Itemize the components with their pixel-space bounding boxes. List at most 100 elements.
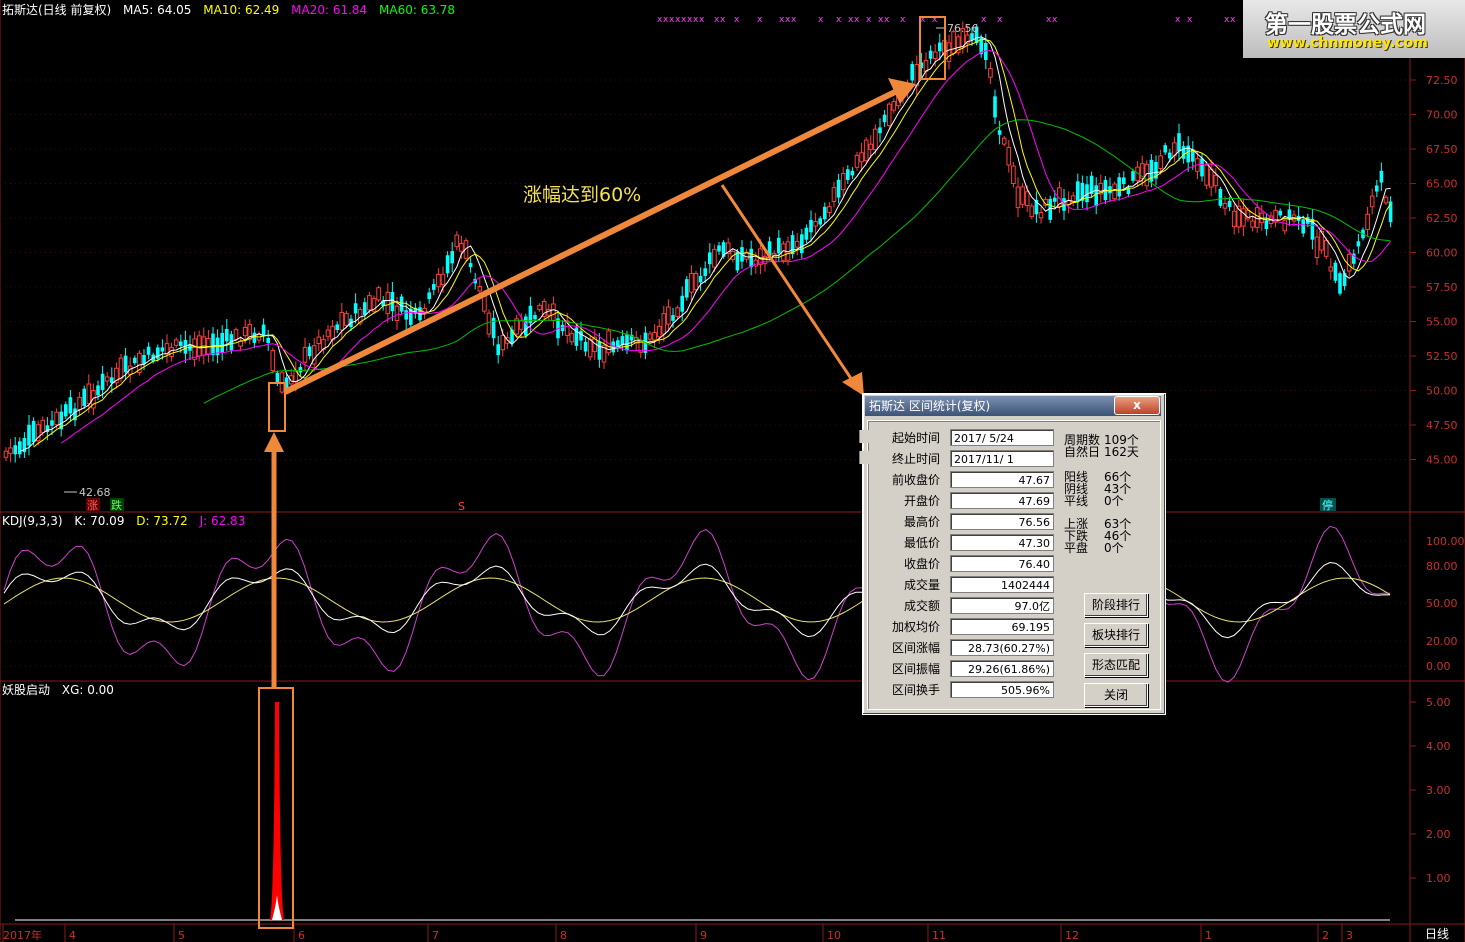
yao-tick: 1.00: [1426, 872, 1451, 885]
ma5-value: MA5: 64.05: [123, 3, 192, 17]
time-tick: 10: [827, 929, 841, 942]
stat-value: 0个: [1104, 494, 1124, 508]
field-value[interactable]: 97.0亿: [950, 597, 1054, 614]
price-tick: 50.00: [1426, 385, 1458, 398]
stat-value: 0个: [1104, 541, 1124, 555]
time-tick: 1: [1205, 929, 1212, 942]
time-tick: 2: [1322, 929, 1329, 942]
field-value[interactable]: 76.56: [950, 513, 1054, 530]
signal-x: x: [1052, 15, 1058, 25]
moving-averages: [19, 36, 1392, 452]
yao-tick: 2.00: [1426, 828, 1451, 841]
signal-x: x: [884, 15, 890, 25]
field-value[interactable]: 2017/11/ 1: [950, 450, 1054, 467]
field-label: 收盘价: [903, 557, 940, 571]
field-label: 成交量: [903, 578, 940, 592]
time-tick: 2017年: [3, 928, 42, 942]
price-tick: 45.00: [1426, 454, 1458, 467]
field-label: 最低价: [903, 536, 940, 550]
signal-x: x: [1187, 15, 1193, 25]
field-value[interactable]: 2017/ 5/24: [950, 429, 1054, 446]
field-label: 最高价: [903, 515, 940, 529]
kdj-k: K: 70.09: [74, 514, 125, 528]
yao-tick: 4.00: [1426, 740, 1451, 753]
field-value[interactable]: 47.69: [950, 492, 1054, 509]
time-tick: 6: [298, 929, 305, 942]
stage-rank-button[interactable]: 阶段排行: [1084, 593, 1148, 617]
signal-x: x: [854, 15, 860, 25]
interval-stats-dialog: 拓斯达 区间统计(复权) x 起始时间 2017/ 5/24 终止时间 2017/11…: [859, 393, 1166, 715]
signal-x: x: [1230, 15, 1236, 25]
price-tick: 47.50: [1426, 419, 1458, 432]
dialog-body: 起始时间 2017/ 5/24 终止时间 2017/11/ 1 前收盘价 47.67 开盘价…: [859, 420, 1161, 710]
pattern-match-button[interactable]: 形态匹配: [1084, 653, 1148, 677]
price-tick: 72.50: [1426, 74, 1458, 87]
sector-rank-button[interactable]: 板块排行: [1084, 623, 1148, 647]
stat-key: 平盘: [1064, 541, 1089, 555]
yao-header: 妖股启动 XG: 0.00: [2, 683, 122, 697]
signal-x: x: [720, 15, 726, 25]
low-price-label: 42.68: [79, 486, 111, 499]
marker-s: S: [458, 500, 465, 513]
annotation-arrows: [264, 78, 916, 688]
candlesticks: [3, 21, 1393, 463]
field-value[interactable]: 76.40: [950, 555, 1054, 572]
field-value[interactable]: 69.195: [950, 618, 1054, 635]
price-tick: 62.50: [1426, 212, 1458, 225]
spinner-icon[interactable]: [859, 430, 875, 443]
field-value[interactable]: 47.30: [950, 534, 1054, 551]
price-tick: 67.50: [1426, 143, 1458, 156]
signal-x: x: [818, 15, 824, 25]
spinner-icon[interactable]: [859, 451, 875, 464]
time-tick: 12: [1065, 929, 1079, 942]
yao-axis: 5.00 4.00 3.00 2.00 1.00: [1410, 696, 1451, 885]
ma60-value: MA60: 63.78: [379, 3, 456, 17]
stat-value: 162天: [1104, 445, 1139, 459]
logo-url: www.chnmoney.com: [1267, 35, 1428, 51]
price-tick: 65.00: [1426, 178, 1458, 191]
kdj-tick: 0.00: [1426, 660, 1451, 673]
time-tick: 9: [700, 929, 707, 942]
time-tick: 5: [178, 929, 185, 942]
kdj-lines: [3, 525, 1391, 683]
dialog-close-icon[interactable]: x: [1114, 396, 1160, 415]
kdj-grid: [0, 540, 1410, 667]
field-value[interactable]: 28.73(60.27%): [950, 639, 1054, 656]
stock-chart[interactable]: 72.5070.0067.5065.0062.5060.0057.5055.00…: [0, 0, 1465, 942]
price-tick: 70.00: [1426, 109, 1458, 122]
peak-price-label: 76.56: [947, 22, 979, 35]
stock-title: 拓斯达(日线 前复权): [2, 3, 112, 17]
kdj-header: KDJ(9,3,3) K: 70.09 D: 73.72 J: 62.83: [2, 514, 253, 528]
close-button[interactable]: 关闭: [1084, 683, 1148, 707]
field-value[interactable]: 47.67: [950, 471, 1054, 488]
field-label: 区间换手: [891, 683, 940, 697]
signal-x: x: [791, 15, 797, 25]
field-value[interactable]: 29.26(61.86%): [950, 660, 1054, 677]
field-label: 终止时间: [891, 452, 940, 466]
kdj-axis: 100.00 80.00 50.00 20.00 0.00: [1426, 535, 1465, 673]
period-label[interactable]: 日线: [1425, 927, 1449, 941]
time-tick: 7: [432, 929, 439, 942]
price-tick: 60.00: [1426, 247, 1458, 260]
signal-x: x: [699, 15, 705, 25]
price-header: 拓斯达(日线 前复权) MA5: 64.05 MA10: 62.49 MA20:…: [2, 3, 463, 17]
field-value[interactable]: 505.96%: [950, 681, 1054, 698]
yao-xg: XG: 0.00: [61, 683, 114, 697]
yao-tick: 5.00: [1426, 696, 1451, 709]
field-label: 开盘价: [903, 494, 940, 508]
kdj-tick: 80.00: [1426, 560, 1458, 573]
yao-name: 妖股启动: [2, 683, 51, 697]
kdj-name: KDJ(9,3,3): [2, 514, 63, 528]
signal-x: x: [757, 15, 763, 25]
kdj-j: J: 62.83: [199, 514, 246, 528]
price-tick: 57.50: [1426, 281, 1458, 294]
time-axis: 2017年 4 5 6 7 8 9 10 11 12 1 2 3: [2, 924, 1353, 942]
field-label: 前收盘价: [891, 473, 940, 487]
price-axis: 72.50 70.00 67.50 65.00 62.50 60.00 57.50 55.00…: [1410, 74, 1458, 467]
marker-zhang: 涨: [87, 499, 98, 512]
field-label: 区间涨幅: [891, 641, 940, 655]
time-tick: 4: [69, 929, 76, 942]
field-value[interactable]: 1402444: [950, 576, 1054, 593]
signal-x: x: [981, 15, 987, 25]
price-tick: 52.50: [1426, 350, 1458, 363]
